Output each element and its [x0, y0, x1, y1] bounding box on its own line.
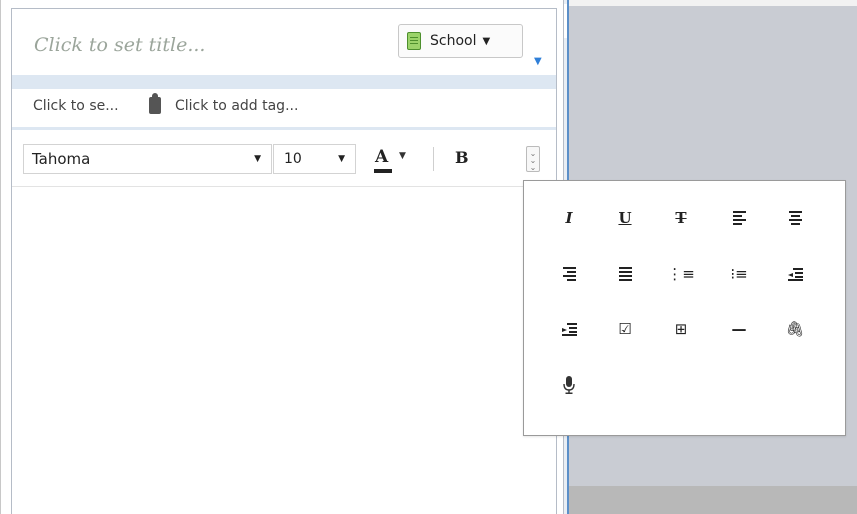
- bold-button[interactable]: B: [455, 148, 469, 167]
- italic-button[interactable]: I: [556, 207, 582, 229]
- top-strip: [569, 0, 857, 6]
- note-title-input[interactable]: Click to set title...: [34, 34, 205, 56]
- chevron-down-icon: ▼: [254, 154, 261, 164]
- font-color-swatch: [374, 169, 392, 173]
- chevron-down-icon: ▼: [338, 154, 345, 164]
- align-left-icon: [732, 211, 746, 225]
- toolbar-divider: [433, 147, 434, 171]
- attachment-button[interactable]: 🖇: [782, 318, 808, 340]
- font-family-select[interactable]: Tahoma ▼: [23, 144, 272, 174]
- font-size-select[interactable]: 10 ▼: [273, 144, 356, 174]
- expand-header-chevron-icon[interactable]: ▼: [534, 56, 542, 67]
- notebook-label: School: [430, 33, 477, 49]
- justify-button[interactable]: [612, 263, 638, 285]
- align-right-icon: [562, 267, 576, 281]
- outdent-icon: [787, 267, 803, 281]
- notebook-selector[interactable]: School ▼: [398, 24, 523, 58]
- insert-table-button[interactable]: ⊞: [668, 318, 694, 340]
- note-header: Click to set title... School ▼ ▼: [12, 9, 556, 75]
- align-left-button[interactable]: [726, 207, 752, 229]
- bulleted-list-button[interactable]: ⋮≡: [667, 263, 695, 285]
- chevron-down-icon: ▼: [482, 35, 491, 47]
- underline-button[interactable]: U: [612, 207, 638, 229]
- indent-icon: [561, 322, 577, 336]
- metadata-row: Click to se... Click to add tag...: [12, 89, 556, 130]
- note-body[interactable]: [12, 187, 556, 514]
- numbered-list-button[interactable]: ⁝≡: [726, 263, 752, 285]
- scrollbar-thumb[interactable]: [564, 4, 567, 38]
- justify-icon: [618, 267, 632, 281]
- font-size-value: 10: [284, 151, 302, 167]
- indent-button[interactable]: [556, 318, 582, 340]
- header-separator: [12, 75, 556, 89]
- more-formatting-button[interactable]: ⌄ ⌄ ⌄: [526, 146, 540, 172]
- horizontal-rule-button[interactable]: —: [726, 318, 752, 340]
- font-color-button[interactable]: A: [375, 148, 388, 166]
- align-center-button[interactable]: [782, 207, 808, 229]
- add-tag-input[interactable]: Click to add tag...: [175, 98, 298, 114]
- checkbox-button[interactable]: ☑: [612, 318, 638, 340]
- formatting-toolbar: Tahoma ▼ 10 ▼ A ▼ B ⌄ ⌄ ⌄: [12, 130, 556, 187]
- font-family-value: Tahoma: [32, 150, 91, 168]
- status-strip: [569, 486, 857, 514]
- audio-record-button[interactable]: [556, 374, 582, 396]
- tag-icon: [149, 93, 161, 114]
- font-color-dropdown-icon[interactable]: ▼: [399, 151, 406, 161]
- align-right-button[interactable]: [556, 263, 582, 285]
- strikethrough-button[interactable]: T: [668, 207, 694, 229]
- note-editor-frame: Click to set title... School ▼ ▼ Click t…: [11, 8, 557, 514]
- microphone-icon: [563, 376, 575, 394]
- notebook-icon: [407, 32, 421, 50]
- source-url-field[interactable]: Click to se...: [33, 98, 119, 114]
- note-editor-panel: Click to set title... School ▼ ▼ Click t…: [0, 0, 563, 514]
- outdent-button[interactable]: [782, 263, 808, 285]
- more-formatting-popup: I U T ⋮≡ ⁝≡ ☑ ⊞ — 🖇: [523, 180, 846, 436]
- align-center-icon: [788, 211, 802, 225]
